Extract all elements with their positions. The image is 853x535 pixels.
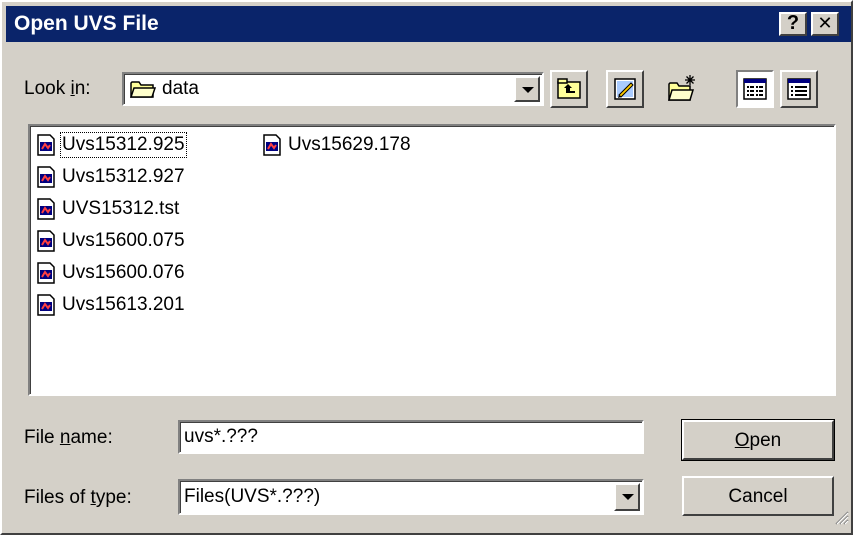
look-in-value: data <box>162 78 199 99</box>
look-in-label: Look in: <box>24 78 91 99</box>
file-name-input[interactable]: uvs*.??? <box>178 420 644 454</box>
file-item[interactable]: Uvs15600.076 <box>36 260 185 286</box>
file-item[interactable]: UVS15312.tst <box>36 196 179 222</box>
file-name-label: File name: <box>24 427 113 448</box>
file-name: Uvs15312.925 <box>60 132 187 158</box>
close-button[interactable]: ✕ <box>811 12 839 36</box>
open-file-dialog: Open UVS File ? ✕ Look in: data Uvs15312… <box>0 0 853 535</box>
file-name: Uvs15600.076 <box>62 262 185 283</box>
file-name: Uvs15600.075 <box>62 230 185 251</box>
file-type-label: Files of type: <box>24 487 132 508</box>
file-icon <box>36 294 56 316</box>
file-icon <box>262 134 282 156</box>
help-button[interactable]: ? <box>779 12 807 36</box>
file-icon <box>36 198 56 220</box>
file-list[interactable]: Uvs15312.925 Uvs15312.927 UVS15312.tst U… <box>28 124 836 396</box>
file-name: Uvs15312.927 <box>62 166 185 187</box>
open-button[interactable]: Open <box>681 419 835 461</box>
file-name: UVS15312.tst <box>62 198 180 219</box>
create-new-folder-button[interactable] <box>664 70 702 108</box>
desktop-icon <box>613 77 637 107</box>
desktop-button[interactable] <box>606 70 644 108</box>
look-in-dropdown[interactable]: data <box>122 72 544 106</box>
file-name: Uvs15629.178 <box>288 134 411 155</box>
details-view-icon <box>787 78 811 106</box>
list-view-icon <box>743 78 767 106</box>
file-icon <box>36 134 56 156</box>
file-name: Uvs15613.201 <box>62 294 185 315</box>
file-icon <box>36 262 56 284</box>
file-item[interactable]: Uvs15629.178 <box>262 132 411 158</box>
file-item[interactable]: Uvs15312.927 <box>36 164 185 190</box>
file-type-value: Files(UVS*.???) <box>184 486 321 507</box>
look-in-dropdown-arrow[interactable] <box>514 76 540 102</box>
resize-grip-icon[interactable] <box>833 509 849 531</box>
file-name-value: uvs*.??? <box>184 426 258 447</box>
up-one-level-button[interactable] <box>550 70 588 108</box>
file-icon <box>36 230 56 252</box>
cancel-button[interactable]: Cancel <box>682 476 834 516</box>
up-folder-icon <box>557 77 581 107</box>
new-folder-icon <box>667 74 698 108</box>
file-item[interactable]: Uvs15600.075 <box>36 228 185 254</box>
list-view-button[interactable] <box>736 70 774 108</box>
folder-icon <box>129 79 157 105</box>
dialog-title: Open UVS File <box>14 12 159 35</box>
file-item[interactable]: Uvs15312.925 <box>36 132 187 158</box>
file-type-dropdown-arrow[interactable] <box>614 483 640 511</box>
file-item[interactable]: Uvs15613.201 <box>36 292 185 318</box>
file-type-dropdown[interactable]: Files(UVS*.???) <box>178 479 644 515</box>
details-view-button[interactable] <box>780 70 818 108</box>
title-bar[interactable]: Open UVS File ? ✕ <box>6 6 851 42</box>
file-icon <box>36 166 56 188</box>
